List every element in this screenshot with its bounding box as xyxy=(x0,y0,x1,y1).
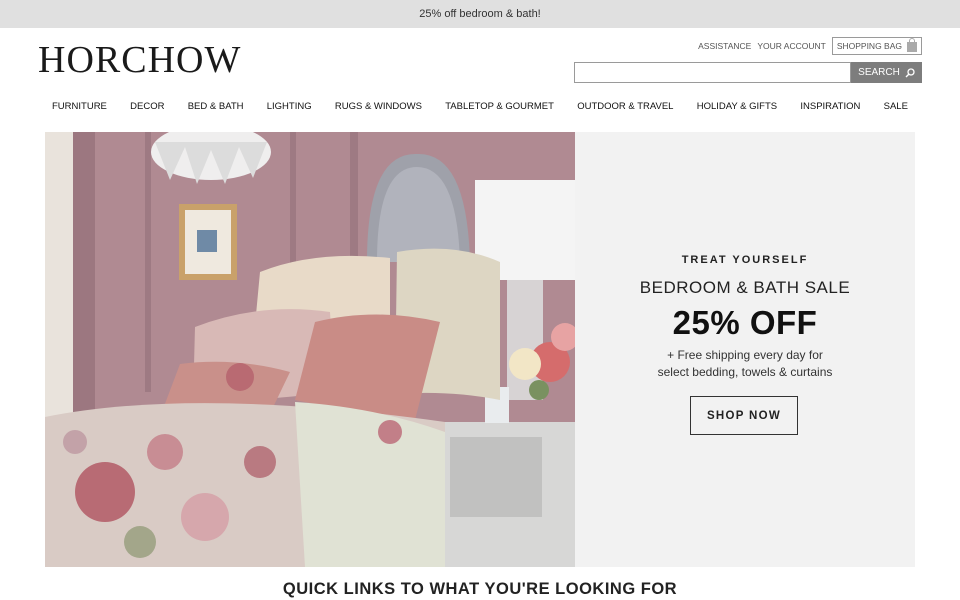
utility-links: ASSISTANCE YOUR ACCOUNT SHOPPING BAG xyxy=(698,37,922,55)
assistance-link[interactable]: ASSISTANCE xyxy=(698,41,751,51)
promo-bar[interactable]: 25% off bedroom & bath! xyxy=(0,0,960,28)
hero-title: BEDROOM & BATH SALE xyxy=(639,278,851,297)
nav-item-lighting[interactable]: LIGHTING xyxy=(267,101,312,112)
hero-note-line-2: select bedding, towels & curtains xyxy=(657,365,833,379)
search-input[interactable] xyxy=(574,62,851,83)
hero-promo-panel: TREAT YOURSELF BEDROOM & BATH SALE 25% O… xyxy=(575,132,915,567)
horchow-logo[interactable]: HORCHOW xyxy=(38,40,241,80)
hero-banner[interactable]: TREAT YOURSELF BEDROOM & BATH SALE 25% O… xyxy=(45,132,915,567)
nav-item-holiday-gifts[interactable]: HOLIDAY & GIFTS xyxy=(697,101,777,112)
hero-discount: 25% OFF xyxy=(672,304,818,341)
hero-eyebrow: TREAT YOURSELF xyxy=(681,254,809,266)
bedroom-illustration xyxy=(45,132,575,567)
search-bar: SEARCH xyxy=(574,62,922,83)
nav-item-sale[interactable]: SALE xyxy=(884,101,908,112)
nav-item-rugs-windows[interactable]: RUGS & WINDOWS xyxy=(335,101,422,112)
hero-bedroom-image[interactable] xyxy=(45,132,575,567)
nav-item-decor[interactable]: DECOR xyxy=(130,101,164,112)
search-button-label: SEARCH xyxy=(858,67,900,78)
your-account-link[interactable]: YOUR ACCOUNT xyxy=(757,41,825,51)
nav-item-tabletop-gourmet[interactable]: TABLETOP & GOURMET xyxy=(445,101,554,112)
nav-item-outdoor-travel[interactable]: OUTDOOR & TRAVEL xyxy=(577,101,673,112)
hero-note-line-1: + Free shipping every day for xyxy=(667,348,823,362)
nav-item-inspiration[interactable]: INSPIRATION xyxy=(800,101,860,112)
search-icon xyxy=(905,67,915,77)
search-button[interactable]: SEARCH xyxy=(851,62,922,83)
nav-item-bed-bath[interactable]: BED & BATH xyxy=(188,101,244,112)
hero-note: + Free shipping every day for select bed… xyxy=(645,347,845,381)
main-nav: FURNITURE DECOR BED & BATH LIGHTING RUGS… xyxy=(38,96,922,116)
quick-links-heading: QUICK LINKS TO WHAT YOU'RE LOOKING FOR xyxy=(282,580,678,598)
shop-now-button[interactable]: SHOP NOW xyxy=(690,396,798,435)
shopping-bag-label: SHOPPING BAG xyxy=(836,41,902,51)
shopping-bag-button[interactable]: SHOPPING BAG xyxy=(831,37,922,55)
nav-item-furniture[interactable]: FURNITURE xyxy=(52,101,107,112)
shopping-bag-icon xyxy=(907,38,917,52)
promo-text[interactable]: 25% off bedroom & bath! xyxy=(419,8,541,20)
